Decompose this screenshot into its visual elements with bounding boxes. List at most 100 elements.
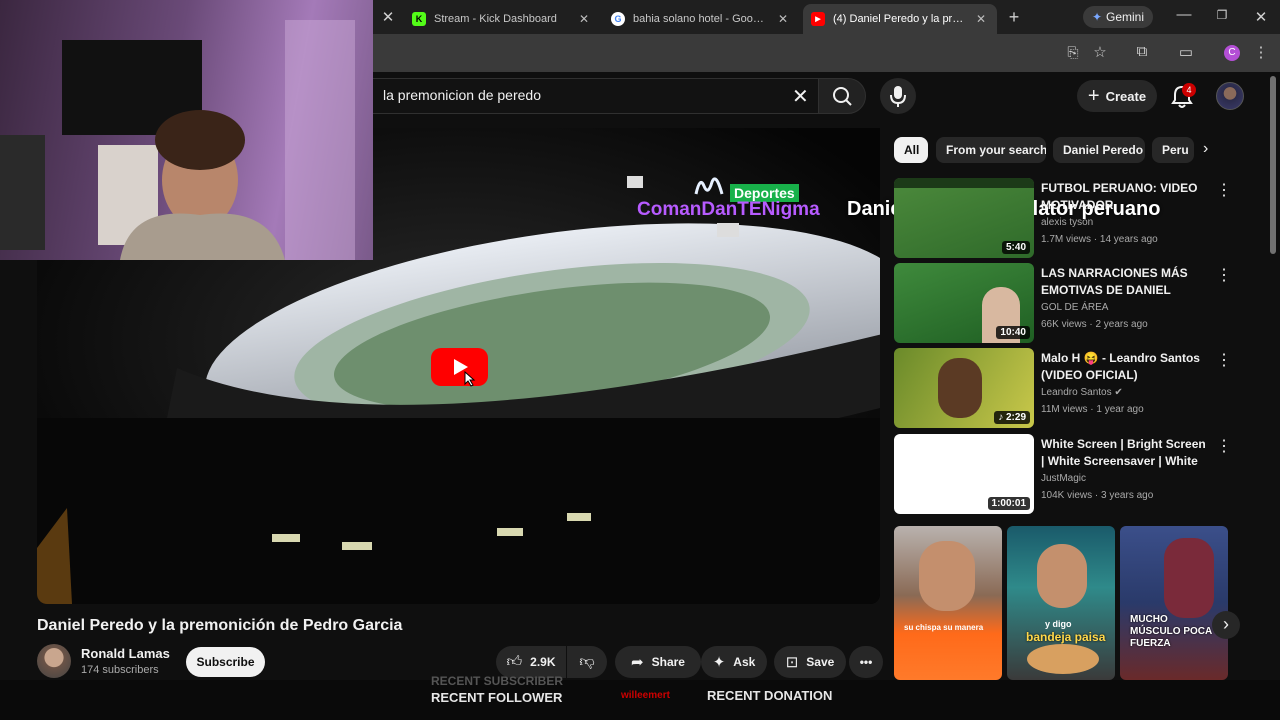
tab-google-search[interactable]: G bahia solano hotel - Google Se ✕ xyxy=(603,4,799,34)
play-button[interactable] xyxy=(431,348,488,386)
rec-channel: Leandro Santos ✔ xyxy=(1041,387,1123,398)
movistar-logo-icon xyxy=(694,177,724,195)
rec-title: FUTBOL PERUANO: VIDEO MOTIVADOR xyxy=(1041,181,1198,212)
bookmark-star-icon[interactable]: ☆ xyxy=(1089,43,1111,61)
gemini-button[interactable]: ✦ Gemini xyxy=(1083,6,1153,28)
cast-icon[interactable]: ▭ xyxy=(1175,43,1197,61)
chip-daniel-peredo[interactable]: Daniel Peredo xyxy=(1053,137,1145,163)
video-thumbnail[interactable]: ♪ 2:29 xyxy=(894,348,1034,428)
subscribe-button[interactable]: Subscribe xyxy=(186,647,265,677)
gemini-icon: ✦ xyxy=(1091,10,1103,24)
recent-donation-label: RECENT DONATION xyxy=(707,688,833,703)
thumbs-up-icon: 👍︎ xyxy=(506,653,523,670)
short-person xyxy=(1037,544,1087,608)
more-actions-button[interactable]: ••• xyxy=(849,646,883,678)
rec-meta: 104K views · 3 years ago xyxy=(1041,490,1154,501)
tab-youtube-video[interactable]: ▶ (4) Daniel Peredo y la premonic ✕ xyxy=(803,4,997,34)
short-player xyxy=(1164,538,1214,618)
stream-username-overlay: ComanDanTENigma xyxy=(637,199,820,220)
chip-peru[interactable]: Peru xyxy=(1152,137,1194,163)
rec-title: LAS NARRACIONES MÁS EMOTIVAS DE DANIEL P… xyxy=(1041,266,1188,297)
video-title: Daniel Peredo y la premonición de Pedro … xyxy=(37,617,403,634)
more-vert-icon[interactable]: ⋮ xyxy=(1216,180,1232,200)
short-caption: MUCHO MÚSCULO POCA FUERZA xyxy=(1130,614,1212,649)
dislike-button[interactable]: 👎︎ xyxy=(567,646,607,678)
new-tab-icon[interactable]: + xyxy=(1003,7,1025,28)
ask-button[interactable]: ✦ Ask xyxy=(701,646,767,678)
account-avatar[interactable] xyxy=(1216,82,1244,110)
maximize-icon[interactable]: ❐ xyxy=(1211,8,1233,22)
short-item[interactable]: MUCHO MÚSCULO POCA FUERZA xyxy=(1120,526,1228,680)
short-caption: su chispa su manera xyxy=(904,623,984,632)
short-item[interactable]: y digo bandeja paisa xyxy=(1007,526,1115,680)
extensions-icon[interactable]: ⧉ xyxy=(1131,43,1153,60)
address-bar: ⎘ ☆ ⧉ ▭ C ⋮ xyxy=(373,34,1280,72)
bookmark-icon: ⊡ xyxy=(785,654,799,671)
shorts-next-button[interactable]: › xyxy=(1212,611,1240,639)
plus-icon: + xyxy=(1087,84,1100,107)
tab-kick-dashboard[interactable]: K Stream - Kick Dashboard ✕ xyxy=(404,4,600,34)
chip-all[interactable]: All xyxy=(894,137,928,163)
kick-icon: K xyxy=(412,12,426,26)
recent-follower-label: RECENT FOLLOWER xyxy=(431,690,563,705)
channel-avatar[interactable] xyxy=(37,644,71,678)
google-icon: G xyxy=(611,12,625,26)
rec-channel: alexis tyson xyxy=(1041,217,1094,228)
duration-badge: 1:00:01 xyxy=(987,497,1030,510)
youtube-icon: ▶ xyxy=(811,12,825,26)
share-button[interactable]: ➦ Share xyxy=(615,646,701,678)
scrollbar-thumb[interactable] xyxy=(1270,76,1276,254)
shorts-icon: ♪ xyxy=(998,412,1006,423)
close-tab-icon[interactable]: ✕ xyxy=(377,8,399,26)
recommendation-item[interactable]: ♪ 2:29 Malo H 😝 - Leandro Santos (VIDEO … xyxy=(894,348,1234,428)
scoreboard-strip xyxy=(894,178,1034,188)
short-caption: bandeja paisa xyxy=(1026,630,1106,644)
profile-avatar[interactable]: C xyxy=(1224,45,1240,61)
video-thumbnail[interactable]: 5:40 xyxy=(894,178,1034,258)
verified-icon: ✔ xyxy=(1114,387,1123,398)
more-vert-icon[interactable]: ⋮ xyxy=(1216,436,1232,456)
tab-title: Stream - Kick Dashboard xyxy=(434,13,557,25)
close-tab-icon[interactable]: ✕ xyxy=(973,12,989,26)
duration-badge: 10:40 xyxy=(996,326,1030,339)
chip-from-your-search[interactable]: From your search xyxy=(936,137,1046,163)
clear-search-icon[interactable]: ✕ xyxy=(792,84,809,109)
duration-badge: 5:40 xyxy=(1001,241,1030,254)
save-button[interactable]: ⊡ Save xyxy=(774,646,846,678)
recommendation-item[interactable]: 5:40 FUTBOL PERUANO: VIDEO MOTIVADOR ale… xyxy=(894,178,1234,258)
sparkle-icon: ✦ xyxy=(712,654,726,671)
recommendation-item[interactable]: 10:40 LAS NARRACIONES MÁS EMOTIVAS DE DA… xyxy=(894,263,1234,343)
install-app-icon[interactable]: ⎘ xyxy=(1062,44,1084,61)
rec-title: White Screen | Bright Screen | White Scr… xyxy=(1041,437,1206,468)
short-caption-top: y digo xyxy=(1045,619,1072,629)
cursor-icon xyxy=(464,371,476,387)
search-button[interactable] xyxy=(818,78,866,114)
voice-search-button[interactable] xyxy=(880,78,916,114)
rec-title: Malo H 😝 - Leandro Santos (VIDEO OFICIAL… xyxy=(1041,351,1200,382)
recent-follower-name: willeemert xyxy=(621,690,670,701)
channel-name[interactable]: Ronald Lamas xyxy=(81,646,170,661)
search-icon xyxy=(833,87,852,106)
more-vert-icon[interactable]: ⋮ xyxy=(1216,265,1232,285)
video-thumbnail[interactable]: 10:40 xyxy=(894,263,1034,343)
tab-title: (4) Daniel Peredo y la premonic xyxy=(833,13,967,25)
short-item[interactable]: su chispa su manera xyxy=(894,526,1002,680)
create-button[interactable]: + Create xyxy=(1077,80,1157,112)
streamer-webcam xyxy=(0,0,373,260)
close-tab-icon[interactable]: ✕ xyxy=(576,12,592,26)
tab-title: bahia solano hotel - Google Se xyxy=(633,13,769,25)
more-vert-icon[interactable]: ⋮ xyxy=(1216,350,1232,370)
webcam-feed xyxy=(0,20,355,260)
rec-meta: 11M views · 1 year ago xyxy=(1041,404,1144,415)
close-window-icon[interactable]: ✕ xyxy=(1250,8,1272,26)
subscriber-count: 174 subscribers xyxy=(81,664,159,676)
recent-subscriber-label: RECENT SUBSCRIBER xyxy=(431,674,564,688)
singer-figure xyxy=(938,358,982,418)
video-thumbnail[interactable]: 1:00:01 xyxy=(894,434,1034,514)
chevron-right-icon[interactable]: › xyxy=(1203,140,1208,158)
minimize-icon[interactable]: — xyxy=(1173,6,1195,23)
menu-dots-icon[interactable]: ⋮ xyxy=(1250,43,1272,61)
close-tab-icon[interactable]: ✕ xyxy=(775,12,791,26)
recommendation-item[interactable]: 1:00:01 White Screen | Bright Screen | W… xyxy=(894,434,1234,514)
thumbs-down-icon: 👎︎ xyxy=(579,653,595,670)
